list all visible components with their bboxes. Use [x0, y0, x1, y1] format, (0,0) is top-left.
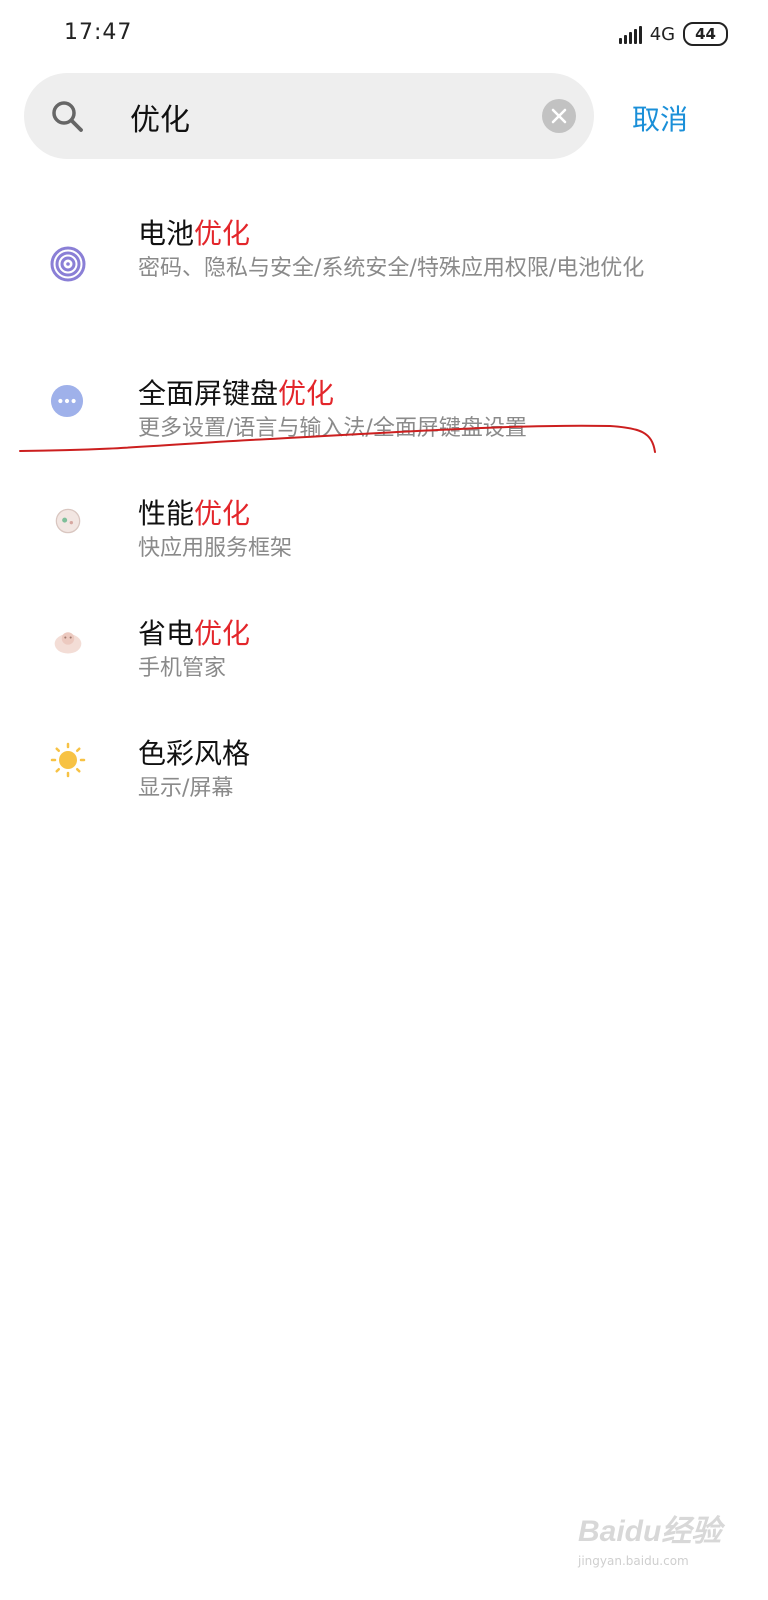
watermark-url: jingyan.baidu.com	[578, 1554, 689, 1568]
fingerprint-icon	[50, 246, 86, 282]
cancel-button[interactable]: 取消	[632, 98, 688, 138]
result-title-highlight: 优化	[194, 217, 251, 250]
result-item-keyboard-optimization[interactable]: 全面屏键盘优化 更多设置/语言与输入法/全面屏键盘设置	[0, 360, 768, 460]
status-time: 17:47	[64, 20, 133, 45]
result-title: 色彩风格	[138, 732, 250, 772]
app-framework-icon	[55, 508, 81, 534]
result-title-text: 色彩风格	[138, 737, 251, 770]
network-type: 4G	[649, 23, 676, 45]
search-icon	[52, 101, 83, 132]
status-bar: 17:47 4G 44	[0, 0, 768, 70]
result-path: 快应用服务框架	[138, 536, 293, 561]
result-title: 电池优化	[138, 212, 250, 252]
clear-icon	[551, 108, 567, 124]
battery-icon: 44	[683, 22, 728, 46]
result-path: 显示/屏幕	[138, 776, 234, 801]
result-title-text: 性能	[138, 497, 195, 530]
result-path: 更多设置/语言与输入法/全面屏键盘设置	[138, 416, 527, 441]
baidu-watermark: Baidu经验 jingyan.baidu.com	[578, 1498, 728, 1574]
result-title-highlight: 优化	[278, 377, 335, 410]
phone-manager-icon	[54, 632, 82, 654]
result-title-text: 省电	[138, 617, 195, 650]
result-title: 省电优化	[138, 612, 250, 652]
watermark-logo: Baidu经验	[578, 1515, 722, 1548]
search-input[interactable]: 优化	[130, 95, 190, 139]
result-title-highlight: 优化	[194, 617, 251, 650]
result-title: 全面屏键盘优化	[138, 372, 334, 412]
status-indicators: 4G 44	[618, 22, 728, 46]
result-title-text: 全面屏键盘	[138, 377, 279, 410]
result-title-text: 电池	[138, 217, 195, 250]
result-item-color-style[interactable]: 色彩风格 显示/屏幕	[0, 720, 768, 820]
result-item-battery-optimization[interactable]: 电池优化 密码、隐私与安全/系统安全/特殊应用权限/电池优化	[0, 200, 768, 340]
result-item-performance-optimization[interactable]: 性能优化 快应用服务框架	[0, 480, 768, 580]
sun-icon	[50, 742, 86, 778]
signal-icon	[618, 24, 642, 44]
clear-search-button[interactable]	[542, 99, 576, 133]
battery-level: 44	[695, 25, 716, 43]
result-path: 手机管家	[138, 656, 227, 681]
result-title-highlight: 优化	[194, 497, 251, 530]
result-path: 密码、隐私与安全/系统安全/特殊应用权限/电池优化	[138, 256, 645, 281]
result-title: 性能优化	[138, 492, 250, 532]
result-item-power-saving-optimization[interactable]: 省电优化 手机管家	[0, 600, 768, 700]
more-dots-icon	[50, 384, 84, 418]
search-bar[interactable]: 优化	[24, 73, 594, 159]
